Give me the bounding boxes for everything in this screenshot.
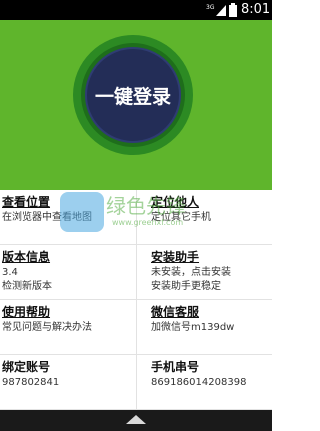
grid-item-help[interactable]: 使用帮助 常见问题与解决办法 xyxy=(0,300,136,355)
svg-text:3G: 3G xyxy=(206,4,215,11)
grid-item-title: 手机串号 xyxy=(151,360,200,374)
function-grid: 查看位置 在浏览器中查看地图 定位他人 定位其它手机 版本信息 3.4 检测新版… xyxy=(0,190,272,410)
clock-time: 8:01 xyxy=(241,2,271,17)
grid-item-title: 定位他人 xyxy=(151,195,200,209)
grid-item-title: 使用帮助 xyxy=(2,305,51,319)
grid-item-title: 安装助手 xyxy=(151,250,200,264)
grid-item-title: 绑定账号 xyxy=(2,360,51,374)
grid-item-title: 微信客服 xyxy=(151,305,200,319)
chevron-up-icon[interactable] xyxy=(126,415,146,424)
hero-banner: 一键登录 xyxy=(0,20,272,190)
grid-item-locate-others[interactable]: 定位他人 定位其它手机 xyxy=(136,190,272,245)
grid-item-desc: 加微信号m139dw xyxy=(151,322,235,333)
grid-item-version-info[interactable]: 版本信息 3.4 检测新版本 xyxy=(0,245,136,300)
grid-item-desc: 未安装，点击安装 xyxy=(151,267,231,278)
account-number: 987802841 xyxy=(2,377,60,388)
grid-item-desc: 定位其它手机 xyxy=(151,212,211,223)
grid-item-title: 版本信息 xyxy=(2,250,51,264)
one-click-login-button[interactable]: 一键登录 xyxy=(85,47,181,143)
grid-item-wechat-support[interactable]: 微信客服 加微信号m139dw xyxy=(136,300,272,355)
imei-number: 869186014208398 xyxy=(151,377,247,388)
grid-item-view-location[interactable]: 查看位置 在浏览器中查看地图 xyxy=(0,190,136,245)
grid-item-install-helper[interactable]: 安装助手 未安装，点击安装 安装助手更稳定 xyxy=(136,245,272,300)
grid-item-imei: 手机串号 869186014208398 xyxy=(136,355,272,410)
grid-item-title: 查看位置 xyxy=(2,195,51,209)
grid-item-desc: 检测新版本 xyxy=(2,281,52,292)
grid-item-desc: 安装助手更稳定 xyxy=(151,281,221,292)
version-number: 3.4 xyxy=(2,267,18,278)
grid-item-desc: 在浏览器中查看地图 xyxy=(2,212,92,223)
battery-icon xyxy=(229,3,237,17)
status-bar: 3G 8:01 xyxy=(0,0,272,20)
grid-item-bound-account: 绑定账号 987802841 xyxy=(0,355,136,410)
grid-item-desc: 常见问题与解决办法 xyxy=(2,322,92,333)
bottom-navbar xyxy=(0,410,272,431)
